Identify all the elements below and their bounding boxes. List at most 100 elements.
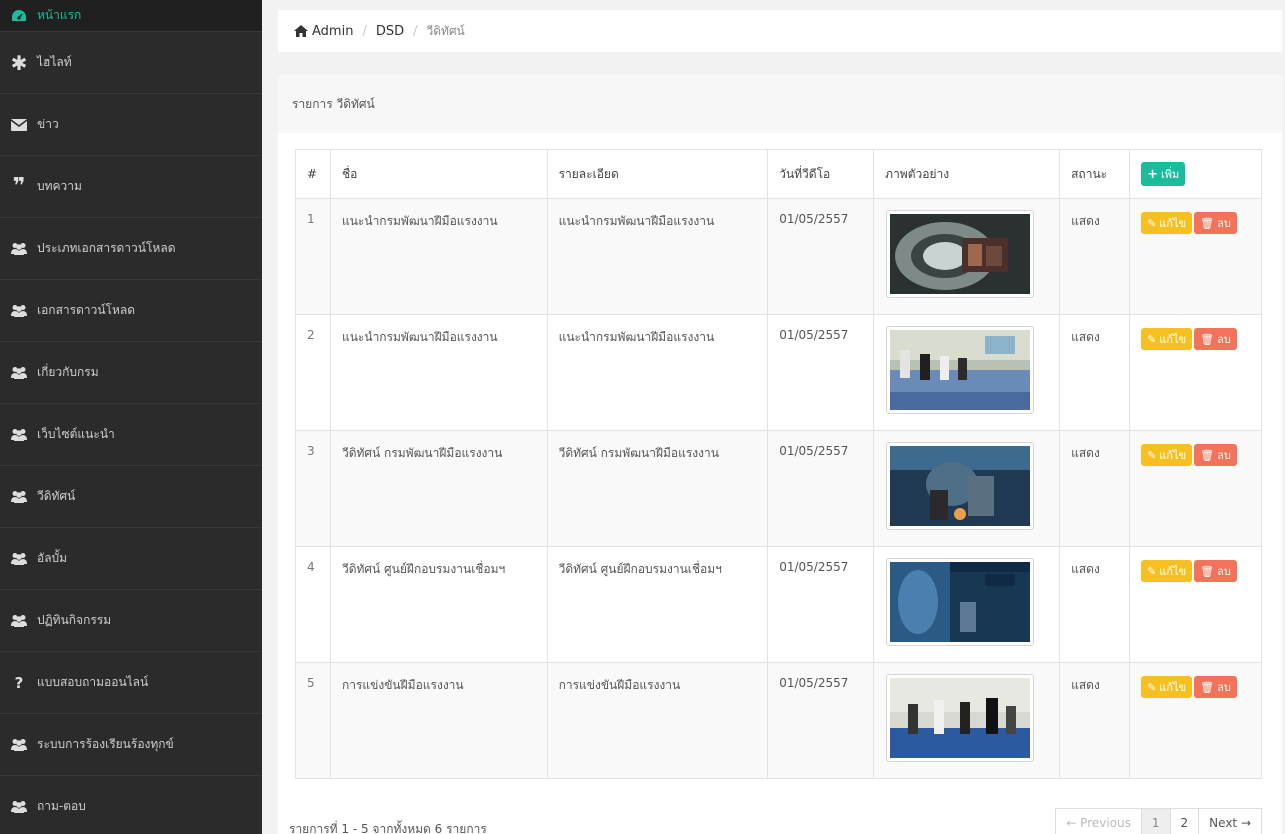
delete-button[interactable]: 🗑 ลบ xyxy=(1194,676,1237,698)
sidebar-item-label: เกี่ยวกับกรม xyxy=(37,365,99,379)
envelope-icon xyxy=(10,118,28,132)
delete-button[interactable]: 🗑 ลบ xyxy=(1194,328,1237,350)
breadcrumb: Admin / DSD / วีดิทัศน์ xyxy=(278,10,1282,52)
video-list-panel: รายการ วีดิทัศน์ # ชื่อ รายละเอียด วันที… xyxy=(278,75,1282,834)
pagination: ← Previous 1 2 Next → xyxy=(1055,808,1262,834)
table-header-row: # ชื่อ รายละเอียด วันที่วีดีโอ ภาพตัวอย่… xyxy=(295,149,1262,199)
sidebar-item-downloads[interactable]: เอกสารดาวน์โหลด xyxy=(0,280,262,342)
row-name: การแข่งขันฝีมือแรงงาน xyxy=(329,662,548,779)
sidebar-item-about[interactable]: เกี่ยวกับกรม xyxy=(0,342,262,404)
column-header-date: วันที่วีดีโอ xyxy=(767,149,875,199)
table-row: 4 วีดิทัศน์ ศูนย์ฝึกอบรมงานเชื่อมฯ วีดิท… xyxy=(295,546,1262,663)
sidebar-item-label: วีดิทัศน์ xyxy=(37,489,76,503)
breadcrumb-dsd[interactable]: DSD xyxy=(376,24,404,39)
users-icon xyxy=(10,490,28,504)
row-detail: วีดิทัศน์ ศูนย์ฝึกอบรมงานเชื่อมฯ xyxy=(546,546,769,663)
sidebar-item-articles[interactable]: ❞ บทความ xyxy=(0,156,262,218)
video-table: # ชื่อ รายละเอียด วันที่วีดีโอ ภาพตัวอย่… xyxy=(295,149,1262,779)
sidebar-item-complaints[interactable]: ระบบการร้องเรียนร้องทุกข์ xyxy=(0,714,262,776)
video-thumbnail xyxy=(886,326,1035,414)
delete-button[interactable]: 🗑 ลบ xyxy=(1194,212,1237,234)
edit-icon: ✎ xyxy=(1147,564,1157,578)
dashboard-icon xyxy=(10,9,28,23)
sidebar-item-news[interactable]: ข่าว xyxy=(0,94,262,156)
delete-button[interactable]: 🗑 ลบ xyxy=(1194,560,1237,582)
table-row: 3 วีดิทัศน์ กรมพัฒนาฝีมือแรงงาน วีดิทัศน… xyxy=(295,430,1262,547)
trash-icon: 🗑 xyxy=(1200,448,1215,462)
pagination-page-2[interactable]: 2 xyxy=(1169,808,1200,834)
edit-icon: ✎ xyxy=(1147,680,1157,694)
edit-button[interactable]: ✎ แก้ไข xyxy=(1141,676,1193,698)
row-status: แสดง xyxy=(1059,662,1131,779)
users-icon xyxy=(10,428,28,442)
row-status: แสดง xyxy=(1059,314,1131,431)
edit-button-label: แก้ไข xyxy=(1159,217,1187,230)
row-detail: การแข่งขันฝีมือแรงงาน xyxy=(546,662,769,779)
pagination-previous[interactable]: ← Previous xyxy=(1055,808,1142,834)
asterisk-icon: ✱ xyxy=(10,50,28,75)
row-name: แนะนำกรมพัฒนาฝีมือแรงงาน xyxy=(329,198,548,315)
column-header-preview: ภาพตัวอย่าง xyxy=(873,149,1061,199)
sidebar-item-recommended[interactable]: เว็บไซต์แนะนำ xyxy=(0,404,262,466)
sidebar-item-faq[interactable]: ถาม-ตอบ xyxy=(0,776,262,834)
sidebar-item-calendar[interactable]: ปฏิทินกิจกรรม xyxy=(0,590,262,652)
pagination-page-1[interactable]: 1 xyxy=(1140,808,1171,834)
column-header-num: # xyxy=(295,149,331,199)
row-name: แนะนำกรมพัฒนาฝีมือแรงงาน xyxy=(329,314,548,431)
delete-button[interactable]: 🗑 ลบ xyxy=(1194,444,1237,466)
sidebar-item-videos[interactable]: วีดิทัศน์ xyxy=(0,466,262,528)
table-info: รายการที่ 1 - 5 จากทั้งหมด 6 รายการ xyxy=(289,822,487,834)
quote-icon: ❞ xyxy=(12,173,26,199)
sidebar-item-album[interactable]: อัลบั้ม xyxy=(0,528,262,590)
trash-icon: 🗑 xyxy=(1200,216,1215,230)
sidebar-item-highlight[interactable]: ✱ ไฮไลท์ xyxy=(0,32,262,94)
edit-icon: ✎ xyxy=(1147,216,1157,230)
add-button[interactable]: + เพิ่ม xyxy=(1141,162,1186,186)
pagination-next[interactable]: Next → xyxy=(1198,808,1262,834)
row-detail: แนะนำกรมพัฒนาฝีมือแรงงาน xyxy=(546,198,769,315)
sidebar-item-home[interactable]: หน้าแรก xyxy=(0,0,262,32)
delete-button-label: ลบ xyxy=(1217,449,1231,462)
row-num: 2 xyxy=(295,314,331,431)
sidebar-item-download-types[interactable]: ประเภทเอกสารดาวน์โหลด xyxy=(0,218,262,280)
sidebar-item-label: ข่าว xyxy=(37,117,59,131)
row-name: วีดิทัศน์ ศูนย์ฝึกอบรมงานเชื่อมฯ xyxy=(329,546,548,663)
row-status: แสดง xyxy=(1059,198,1131,315)
row-num: 4 xyxy=(295,546,331,663)
row-num: 1 xyxy=(295,198,331,315)
row-status: แสดง xyxy=(1059,546,1131,663)
trash-icon: 🗑 xyxy=(1200,680,1215,694)
table-row: 5 การแข่งขันฝีมือแรงงาน การแข่งขันฝีมือแ… xyxy=(295,662,1262,779)
edit-button[interactable]: ✎ แก้ไข xyxy=(1141,328,1193,350)
breadcrumb-separator: / xyxy=(362,23,367,39)
row-date: 01/05/2557 xyxy=(767,314,875,431)
column-header-actions: + เพิ่ม xyxy=(1129,149,1262,199)
users-icon xyxy=(10,552,28,566)
sidebar-item-label: เว็บไซต์แนะนำ xyxy=(37,427,115,441)
breadcrumb-current: วีดิทัศน์ xyxy=(426,23,465,38)
sidebar-item-label: ปฏิทินกิจกรรม xyxy=(37,613,112,627)
sidebar: หน้าแรก ✱ ไฮไลท์ ข่าว ❞ บทความ ประเภทเอก… xyxy=(0,0,262,834)
edit-button[interactable]: ✎ แก้ไข xyxy=(1141,560,1193,582)
edit-icon: ✎ xyxy=(1147,448,1157,462)
row-name: วีดิทัศน์ กรมพัฒนาฝีมือแรงงาน xyxy=(329,430,548,547)
row-num: 5 xyxy=(295,662,331,779)
row-detail: วีดิทัศน์ กรมพัฒนาฝีมือแรงงาน xyxy=(546,430,769,547)
row-date: 01/05/2557 xyxy=(767,198,875,315)
sidebar-item-label: อัลบั้ม xyxy=(37,551,68,565)
breadcrumb-admin[interactable]: Admin xyxy=(312,24,353,39)
edit-button[interactable]: ✎ แก้ไข xyxy=(1141,444,1193,466)
users-icon xyxy=(10,614,28,628)
row-date: 01/05/2557 xyxy=(767,546,875,663)
users-icon xyxy=(10,242,28,256)
home-icon xyxy=(294,25,308,37)
question-icon: ? xyxy=(14,673,24,692)
table-row: 2 แนะนำกรมพัฒนาฝีมือแรงงาน แนะนำกรมพัฒนา… xyxy=(295,314,1262,431)
panel-title: รายการ วีดิทัศน์ xyxy=(278,75,1282,133)
edit-button[interactable]: ✎ แก้ไข xyxy=(1141,212,1193,234)
sidebar-item-label: ไฮไลท์ xyxy=(37,55,72,69)
users-icon xyxy=(10,738,28,752)
sidebar-item-survey[interactable]: ? แบบสอบถามออนไลน์ xyxy=(0,652,262,714)
sidebar-item-label: บทความ xyxy=(37,179,82,193)
row-status: แสดง xyxy=(1059,430,1131,547)
